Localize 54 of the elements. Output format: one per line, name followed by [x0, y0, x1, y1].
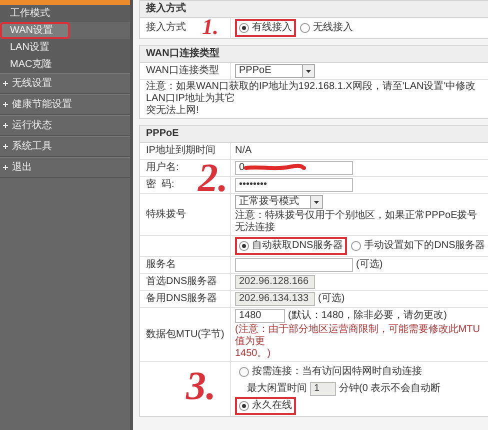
field-label: 首选DNS服务器 [146, 276, 218, 288]
plus-icon [3, 81, 8, 86]
plus-icon [3, 123, 8, 128]
plus-icon [3, 144, 8, 149]
field-label: WAN口连接类型 [146, 65, 219, 77]
note-text: 注意：如果WAN口获取的IP地址为192.168.1.X网段，请至'LAN设置'中修改LAN口IP地址为其它 突无法上网! [145, 80, 477, 118]
radio-option[interactable]: 永久在线 [235, 397, 296, 415]
sidebar-item[interactable]: 健康节能设置 [0, 94, 130, 115]
input-field[interactable]: 0 [235, 161, 353, 175]
annotation-number: 3. [186, 366, 216, 406]
field-label: 接入方式 [146, 22, 186, 34]
input-field[interactable]: 1 [310, 382, 336, 396]
panel-title: WAN口连接类型 [140, 46, 488, 63]
hint-text: (可选) [318, 293, 345, 305]
hint-text: (默认：1480，除非必要，请勿更改) [288, 310, 447, 322]
field-label: 最大闲置时间 [247, 383, 307, 395]
field-label: 服务名 [146, 259, 176, 271]
sidebar-item[interactable]: 工作模式 [0, 5, 130, 22]
hint-text: (可选) [356, 259, 383, 271]
hint-text: 分钟(0 表示不会自动断 [339, 383, 441, 395]
input-field[interactable] [235, 258, 353, 272]
annotation-number: 2. [198, 158, 228, 198]
sidebar-item[interactable]: 无线设置 [0, 73, 130, 94]
input-field[interactable]: •••••••• [235, 178, 353, 192]
caret-icon [302, 65, 314, 77]
field-value: N/A [235, 145, 253, 157]
field-label: 密 码: [146, 179, 174, 191]
plus-icon [3, 102, 8, 107]
radio-option[interactable]: 有线接入 [235, 19, 296, 37]
field-label: 数据包MTU(字节) [146, 328, 224, 340]
annotation-number: 1. [202, 16, 218, 38]
field-label: 用户名: [146, 162, 179, 174]
sidebar-item[interactable]: LAN设置 [0, 39, 130, 56]
panel-title: 接入方式 [140, 1, 488, 18]
caret-icon [310, 196, 322, 208]
radio-option[interactable]: 手动设置如下的DNS服务器 [347, 237, 488, 255]
sidebar-item[interactable]: 退出 [0, 157, 130, 178]
note-text: 注意：特殊拨号仅用于个别地区，如果正常PPPoE拨号无法连接 [235, 210, 478, 234]
field-label: 特殊拨号 [146, 208, 186, 220]
sidebar-item[interactable]: 运行状态 [0, 115, 130, 136]
input-field[interactable]: 1480 [235, 309, 285, 323]
select-field[interactable]: 正常拨号模式 [235, 195, 323, 209]
sidebar-item[interactable]: 系统工具 [0, 136, 130, 157]
sidebar-item[interactable]: MAC克隆 [0, 56, 130, 73]
warning-text: (注意：由于部分地区运营商限制，可能需要修改此MTU值为更 1450。) [235, 324, 481, 360]
select-field[interactable]: PPPoE [235, 64, 315, 78]
panel-title: PPPoE [140, 126, 488, 143]
plus-icon [3, 165, 8, 170]
radio-option[interactable]: 无线接入 [296, 19, 357, 37]
radio-option[interactable]: 按需连接：当有访问因特网时自动连接 [235, 363, 426, 381]
field-label: 备用DNS服务器 [146, 293, 218, 305]
field-label: IP地址到期时间 [146, 145, 216, 157]
sidebar-item[interactable]: WAN设置 [0, 22, 70, 39]
radio-option[interactable]: 自动获取DNS服务器 [235, 237, 348, 255]
